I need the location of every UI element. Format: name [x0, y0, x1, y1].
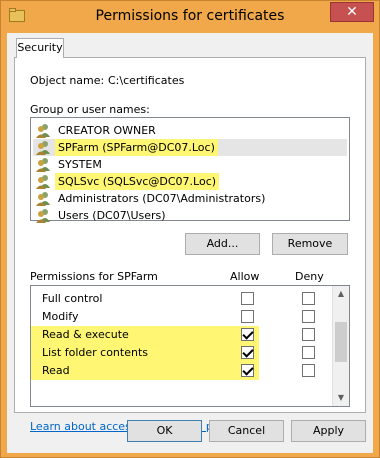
dialog-body: Security Object name: C:\certificates Gr…	[7, 33, 373, 453]
deny-checkbox[interactable]	[302, 364, 315, 377]
user-list-item-label: SPFarm (SPFarm@DC07.Loc)	[55, 139, 218, 156]
permissions-header: Permissions for SPFarm	[30, 270, 158, 283]
security-tab-panel: Object name: C:\certificates Group or us…	[14, 57, 366, 433]
permissions-scrollbar[interactable]: ▲ ▼	[332, 286, 349, 406]
allow-checkbox[interactable]	[241, 292, 254, 305]
user-list-item[interactable]: Administrators (DC07\Administrators)	[33, 190, 347, 207]
scroll-thumb[interactable]	[335, 322, 347, 362]
cancel-button[interactable]: Cancel	[209, 420, 284, 442]
deny-checkbox[interactable]	[302, 346, 315, 359]
deny-checkbox[interactable]	[302, 328, 315, 341]
apply-button[interactable]: Apply	[291, 420, 366, 442]
user-group-icon	[36, 141, 50, 155]
close-button[interactable]: ✕	[330, 2, 374, 22]
permission-label: List folder contents	[39, 346, 151, 359]
permission-row: Modify	[39, 308, 81, 325]
group-names-label: Group or user names:	[30, 103, 150, 116]
user-list-item-label: Users (DC07\Users)	[58, 209, 166, 222]
allow-checkbox[interactable]	[241, 310, 254, 323]
scroll-up-icon[interactable]: ▲	[333, 286, 349, 302]
user-list-item[interactable]: CREATOR OWNER	[33, 122, 347, 139]
allow-header: Allow	[230, 270, 260, 283]
user-group-icon	[36, 124, 50, 138]
user-group-icon	[36, 209, 50, 223]
deny-checkbox[interactable]	[302, 310, 315, 323]
title-bar[interactable]: Permissions for certificates ✕	[1, 1, 379, 33]
deny-checkbox[interactable]	[302, 292, 315, 305]
allow-checkbox[interactable]	[241, 328, 254, 341]
permission-row: Read	[39, 362, 73, 379]
user-list-item-label: SQLSvc (SQLSvc@DC07.Loc)	[55, 173, 220, 190]
window-title: Permissions for certificates	[95, 8, 285, 24]
permission-label: Read & execute	[39, 328, 132, 341]
permission-label: Read	[39, 364, 73, 377]
user-list-item[interactable]: SPFarm (SPFarm@DC07.Loc)	[33, 139, 347, 156]
user-list-item[interactable]: Users (DC07\Users)	[33, 207, 347, 224]
permission-label: Modify	[42, 310, 79, 323]
user-group-icon	[36, 192, 50, 206]
permission-label: Full control	[42, 292, 103, 305]
add-button[interactable]: Add...	[185, 233, 260, 255]
permission-row: List folder contents	[39, 344, 151, 361]
deny-header: Deny	[295, 270, 324, 283]
user-group-icon	[36, 158, 50, 172]
scroll-down-icon[interactable]: ▼	[333, 390, 349, 406]
user-group-icon	[36, 175, 50, 189]
tab-security[interactable]: Security	[16, 38, 64, 58]
allow-checkbox[interactable]	[241, 364, 254, 377]
allow-checkbox[interactable]	[241, 346, 254, 359]
user-list-item-label: SYSTEM	[58, 158, 102, 171]
permission-row: Read & execute	[39, 326, 132, 343]
object-name-value: C:\certificates	[108, 74, 185, 87]
permissions-window: Permissions for certificates ✕ Security …	[0, 0, 380, 458]
user-list-item[interactable]: SYSTEM	[33, 156, 347, 173]
object-name-label: Object name:	[30, 74, 105, 87]
user-list-item[interactable]: SQLSvc (SQLSvc@DC07.Loc)	[33, 173, 347, 190]
user-listbox[interactable]: CREATOR OWNER SPFarm (SPFarm@DC07.Loc) SYS…	[30, 117, 350, 224]
remove-button[interactable]: Remove	[272, 233, 348, 255]
ok-button[interactable]: OK	[127, 420, 202, 442]
permission-row: Full control	[39, 290, 105, 307]
user-list-item-label: CREATOR OWNER	[58, 124, 156, 137]
permissions-listbox[interactable]: ▲ ▼ Full control Modify Read & execute List…	[30, 285, 350, 407]
user-list-item-label: Administrators (DC07\Administrators)	[58, 192, 266, 205]
